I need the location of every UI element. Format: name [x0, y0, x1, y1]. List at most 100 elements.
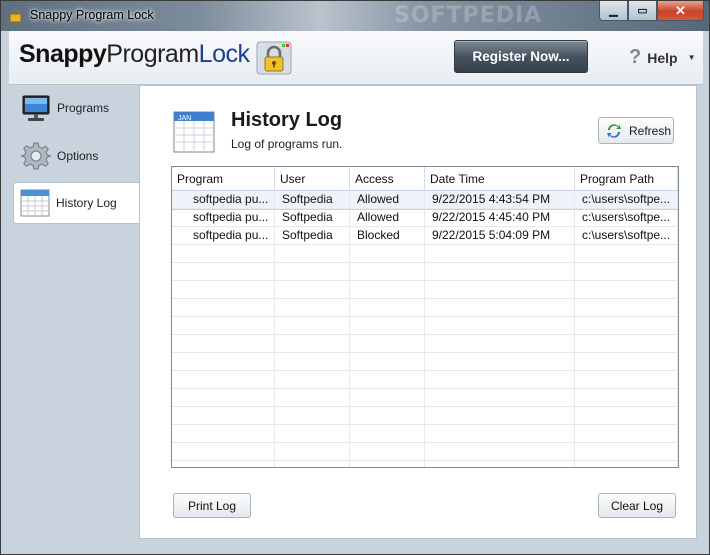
- cell-program: softpedia pu...: [172, 227, 275, 244]
- empty-cell: [350, 317, 425, 334]
- title-bar[interactable]: Snappy Program Lock SOFTPEDIA ▁ ▭ ✕: [1, 1, 709, 31]
- empty-cell: [275, 317, 350, 334]
- table-row[interactable]: softpedia pu... Softpedia Blocked 9/22/2…: [172, 227, 678, 245]
- table-row[interactable]: softpedia pu... Softpedia Allowed 9/22/2…: [172, 190, 678, 210]
- refresh-icon: [607, 123, 621, 138]
- refresh-button[interactable]: Refresh: [598, 117, 674, 144]
- gear-icon: [21, 142, 51, 170]
- empty-cell: [350, 245, 425, 262]
- empty-cell: [172, 389, 275, 406]
- empty-cell: [350, 389, 425, 406]
- calendar-icon: JAN: [173, 111, 215, 153]
- empty-cell: [172, 461, 275, 467]
- empty-table-row: [172, 263, 678, 281]
- window-controls: ▁ ▭ ✕: [599, 1, 704, 21]
- logo-text-program: Program: [106, 40, 199, 68]
- empty-cell: [350, 281, 425, 298]
- empty-cell: [172, 407, 275, 424]
- cell-date-time: 9/22/2015 5:04:09 PM: [425, 227, 575, 244]
- empty-table-row: [172, 335, 678, 353]
- empty-cell: [575, 461, 678, 467]
- sidebar-item-options[interactable]: Options: [15, 135, 139, 177]
- empty-cell: [575, 263, 678, 280]
- empty-table-row: [172, 299, 678, 317]
- sidebar-item-programs[interactable]: Programs: [15, 87, 139, 129]
- empty-cell: [425, 425, 575, 442]
- sidebar-item-label: History Log: [56, 196, 117, 210]
- empty-cell: [425, 353, 575, 370]
- print-log-button[interactable]: Print Log: [173, 493, 251, 518]
- empty-rows: [172, 245, 678, 467]
- minimize-button[interactable]: ▁: [599, 1, 628, 21]
- empty-cell: [575, 425, 678, 442]
- column-header-access[interactable]: Access: [350, 167, 425, 190]
- empty-cell: [275, 371, 350, 388]
- empty-cell: [425, 443, 575, 460]
- column-header-date-time[interactable]: Date Time: [425, 167, 575, 190]
- app-header: SnappyProgramLock Register Now... ? Help…: [9, 31, 703, 85]
- empty-cell: [172, 335, 275, 352]
- empty-table-row: [172, 371, 678, 389]
- empty-cell: [172, 317, 275, 334]
- empty-cell: [350, 353, 425, 370]
- cell-program: softpedia pu...: [172, 191, 275, 208]
- column-header-program[interactable]: Program: [172, 167, 275, 190]
- empty-table-row: [172, 461, 678, 467]
- empty-cell: [172, 425, 275, 442]
- empty-cell: [275, 389, 350, 406]
- empty-cell: [350, 335, 425, 352]
- empty-cell: [425, 461, 575, 467]
- register-now-button[interactable]: Register Now...: [454, 40, 588, 73]
- empty-cell: [425, 281, 575, 298]
- empty-cell: [575, 407, 678, 424]
- table-row[interactable]: softpedia pu... Softpedia Allowed 9/22/2…: [172, 209, 678, 227]
- cell-user: Softpedia: [275, 209, 350, 226]
- help-icon: ?: [629, 46, 642, 68]
- empty-cell: [172, 245, 275, 262]
- empty-cell: [172, 263, 275, 280]
- cell-access: Allowed: [350, 191, 425, 208]
- empty-cell: [425, 407, 575, 424]
- empty-cell: [172, 299, 275, 316]
- empty-cell: [350, 371, 425, 388]
- maximize-button[interactable]: ▭: [628, 1, 657, 21]
- history-table[interactable]: Program User Access Date Time Program Pa…: [171, 166, 679, 468]
- close-button[interactable]: ✕: [657, 1, 704, 21]
- cell-date-time: 9/22/2015 4:45:40 PM: [425, 209, 575, 226]
- empty-cell: [425, 317, 575, 334]
- cell-program-path: c:\users\softpe...: [575, 191, 678, 208]
- empty-cell: [575, 371, 678, 388]
- empty-cell: [575, 299, 678, 316]
- empty-cell: [350, 299, 425, 316]
- refresh-label: Refresh: [629, 123, 672, 138]
- page-subtitle: Log of programs run.: [231, 137, 343, 151]
- empty-cell: [275, 425, 350, 442]
- empty-cell: [425, 371, 575, 388]
- clear-log-button[interactable]: Clear Log: [598, 493, 676, 518]
- empty-cell: [350, 407, 425, 424]
- empty-cell: [172, 281, 275, 298]
- empty-cell: [575, 281, 678, 298]
- empty-cell: [425, 299, 575, 316]
- cell-program-path: c:\users\softpe...: [575, 227, 678, 244]
- empty-cell: [425, 245, 575, 262]
- empty-cell: [172, 371, 275, 388]
- logo-text-snappy: Snappy: [19, 40, 107, 68]
- empty-cell: [575, 389, 678, 406]
- column-header-program-path[interactable]: Program Path: [575, 167, 678, 190]
- empty-cell: [575, 335, 678, 352]
- empty-cell: [350, 443, 425, 460]
- calendar-month-label: JAN: [178, 115, 191, 122]
- cell-access: Allowed: [350, 209, 425, 226]
- empty-table-row: [172, 281, 678, 299]
- app-lock-icon: [9, 8, 22, 23]
- help-menu[interactable]: ? Help ▼: [629, 46, 695, 69]
- empty-cell: [425, 263, 575, 280]
- page-title: History Log: [231, 109, 343, 131]
- column-header-user[interactable]: User: [275, 167, 350, 190]
- empty-cell: [275, 299, 350, 316]
- sidebar-item-history-log[interactable]: History Log: [13, 182, 140, 224]
- empty-cell: [275, 443, 350, 460]
- padlock-icon: [256, 41, 292, 75]
- empty-cell: [575, 443, 678, 460]
